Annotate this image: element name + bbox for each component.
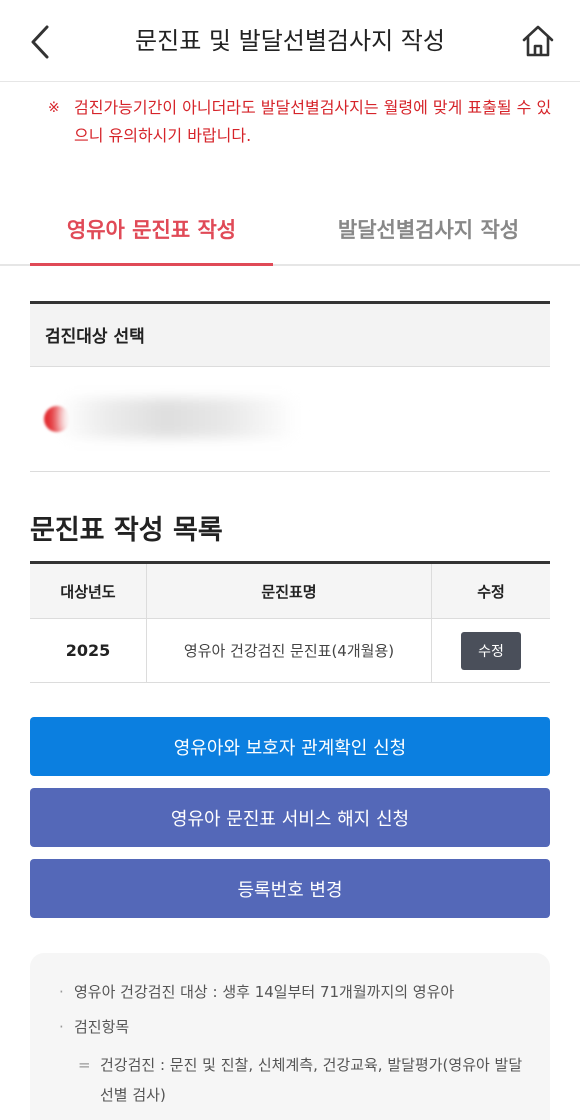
notice: ※ 검진가능기간이 아니더라도 발달선별검사지는 월령에 맞게 표출될 수 있으…: [48, 94, 552, 150]
info-item-text: 검진항목: [74, 1018, 130, 1036]
target-section-title: 검진대상 선택: [45, 327, 145, 347]
chevron-left-icon: [31, 25, 49, 59]
page-title: 문진표 및 발달선별검사지 작성: [135, 27, 445, 55]
table-row: 2025 영유아 건강검진 문진표(4개월용) 수정: [30, 619, 550, 683]
list-title: 문진표 작성 목록: [30, 515, 223, 546]
notice-mark: ※: [48, 100, 60, 116]
redacted-child-name: [58, 398, 298, 438]
target-section-header: 검진대상 선택: [30, 301, 550, 367]
info-item: · 검진항목: [59, 1014, 130, 1041]
home-icon: [522, 25, 554, 57]
home-button[interactable]: [518, 20, 558, 62]
info-item-text: 영유아 건강검진 대상 : 생후 14일부터 71개월까지의 영유아: [74, 983, 455, 1001]
change-registration-button[interactable]: 등록번호 변경: [30, 859, 550, 918]
info-item: · 영유아 건강검진 대상 : 생후 14일부터 71개월까지의 영유아: [59, 979, 455, 1006]
back-button[interactable]: [22, 22, 58, 62]
relationship-request-button[interactable]: 영유아와 보호자 관계확인 신청: [30, 717, 550, 776]
questionnaire-table: 대상년도 문진표명 수정 2025 영유아 건강검진 문진표(4개월용) 수정: [30, 561, 550, 683]
info-sub-text: 건강검진 : 문진 및 진찰, 신체계측, 건강교육, 발달평가(영유아 발달선…: [100, 1056, 523, 1104]
table-header: 대상년도 문진표명 수정: [30, 564, 550, 619]
header: 문진표 및 발달선별검사지 작성: [0, 0, 580, 82]
tab-questionnaire[interactable]: 영유아 문진표 작성: [30, 214, 273, 266]
bullet-icon: ·: [59, 1018, 64, 1036]
tab-development-screening[interactable]: 발달선별검사지 작성: [307, 214, 550, 266]
row-year: 2025: [30, 619, 147, 682]
row-name: 영유아 건강검진 문진표(4개월용): [147, 619, 432, 682]
target-option[interactable]: [30, 368, 550, 472]
info-sub-item: = 건강검진 : 문진 및 진찰, 신체계측, 건강교육, 발달평가(영유아 발…: [78, 1050, 530, 1110]
header-year: 대상년도: [30, 564, 147, 618]
cancel-service-button[interactable]: 영유아 문진표 서비스 해지 신청: [30, 788, 550, 847]
header-edit: 수정: [477, 582, 505, 601]
row-edit-cell: 수정: [432, 619, 550, 682]
bullet-icon: ·: [59, 983, 64, 1001]
header-name: 문진표명: [147, 564, 432, 618]
dash-icon: =: [78, 1056, 91, 1074]
notice-text: 검진가능기간이 아니더라도 발달선별검사지는 월령에 맞게 표출될 수 있으니 …: [74, 98, 552, 145]
info-box: · 영유아 건강검진 대상 : 생후 14일부터 71개월까지의 영유아 · 검…: [30, 953, 550, 1120]
tab-bar: 영유아 문진표 작성 발달선별검사지 작성: [0, 200, 580, 266]
edit-button[interactable]: 수정: [461, 631, 521, 670]
